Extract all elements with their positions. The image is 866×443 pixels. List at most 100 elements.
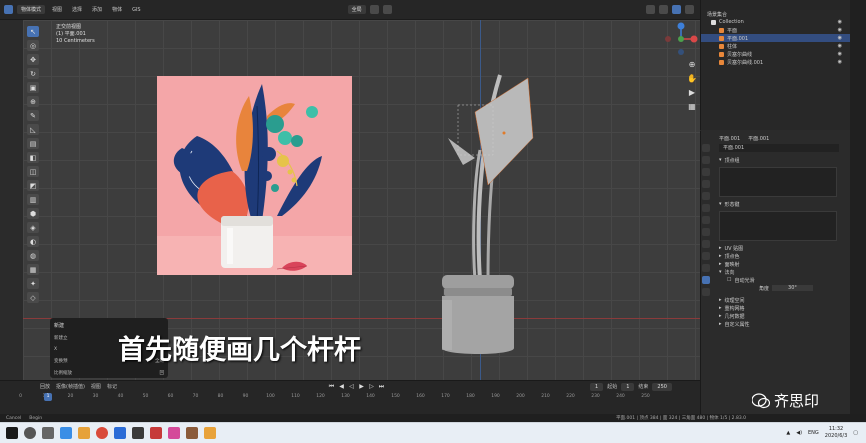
zoom-icon[interactable]: ⊕ <box>686 60 698 69</box>
object-name[interactable]: 平面.001 <box>719 134 740 142</box>
prev-key-icon[interactable]: ◀ <box>338 383 345 390</box>
pan-hand-icon[interactable]: ✋ <box>686 74 698 83</box>
section-custom-props[interactable]: ▸ 自定义属性 <box>719 320 850 328</box>
material-tab-icon[interactable] <box>702 288 710 296</box>
outliner-item[interactable]: 柱体 ◉ <box>701 42 850 50</box>
section-remesh[interactable]: ▸ 重构网格 <box>719 304 850 312</box>
extrude-tool-icon[interactable]: ◧ <box>27 152 39 163</box>
measure-tool-icon[interactable]: ◺ <box>27 124 39 135</box>
app-game-icon[interactable] <box>186 427 198 439</box>
app-explorer-icon[interactable] <box>78 427 90 439</box>
timeline-menu-marker[interactable]: 标记 <box>107 383 117 390</box>
mesh-datablock[interactable]: 平面.001 <box>719 144 839 152</box>
jump-start-icon[interactable]: ⏮ <box>328 383 335 390</box>
section-vertex-colors[interactable]: ▸ 顶点色 <box>719 252 850 260</box>
language-indicator[interactable]: ENG <box>808 430 819 436</box>
mesh-data-tab-icon[interactable] <box>702 276 710 284</box>
current-frame-field[interactable]: 1 <box>590 383 604 391</box>
menu-view[interactable]: 视图 <box>49 6 65 13</box>
visibility-eye-icon[interactable]: ◉ <box>838 51 842 57</box>
app-edge-icon[interactable] <box>60 427 72 439</box>
visibility-eye-icon[interactable]: ◉ <box>838 19 842 25</box>
spin-tool-icon[interactable]: ◐ <box>27 236 39 247</box>
angle-field[interactable]: 角度 30° <box>719 284 850 292</box>
section-geometry-data[interactable]: ▸ 几何数据 <box>719 312 850 320</box>
timeline-menu-view[interactable]: 视图 <box>91 383 101 390</box>
editor-type-icon[interactable] <box>4 5 13 14</box>
visibility-eye-icon[interactable]: ◉ <box>838 27 842 33</box>
overlay-icon[interactable] <box>645 5 655 14</box>
auto-smooth-checkbox[interactable]: ☐ 自动光滑 <box>719 276 850 284</box>
world-tab-icon[interactable] <box>702 204 710 212</box>
play-icon[interactable]: ▶ <box>358 383 365 390</box>
add-cube-tool-icon[interactable]: ▤ <box>27 138 39 149</box>
shape-keys-list[interactable] <box>719 211 837 241</box>
timeline-menu-playback[interactable]: 回放 <box>40 383 50 390</box>
jump-end-icon[interactable]: ⏭ <box>378 383 385 390</box>
navigation-gizmo[interactable] <box>664 22 698 56</box>
outliner-item[interactable]: 平面 ◉ <box>701 26 850 34</box>
modifier-tab-icon[interactable] <box>702 228 710 236</box>
menu-add[interactable]: 添加 <box>89 6 105 13</box>
rotate-tool-icon[interactable]: ↻ <box>27 68 39 79</box>
app-pdf-icon[interactable] <box>150 427 162 439</box>
section-vertex-groups[interactable]: ▾ 顶点组 <box>719 156 850 164</box>
end-frame-field[interactable]: 250 <box>652 383 672 391</box>
play-reverse-icon[interactable]: ◁ <box>348 383 355 390</box>
data-name[interactable]: 平面.001 <box>748 134 769 142</box>
scale-tool-icon[interactable]: ▣ <box>27 82 39 93</box>
volume-icon[interactable]: ◀) <box>796 430 802 436</box>
visibility-eye-icon[interactable]: ◉ <box>838 35 842 41</box>
grid-icon[interactable]: ▦ <box>686 102 698 111</box>
solid-shading-icon[interactable] <box>671 5 681 14</box>
outliner-item[interactable]: Collection ◉ <box>701 18 850 26</box>
vertex-groups-list[interactable] <box>719 167 837 197</box>
menu-select[interactable]: 选择 <box>69 6 85 13</box>
inset-tool-icon[interactable]: ◫ <box>27 166 39 177</box>
menu-object[interactable]: 物体 <box>109 6 125 13</box>
cursor-tool-icon[interactable]: ◎ <box>27 40 39 51</box>
view-layer-tab-icon[interactable] <box>702 180 710 188</box>
knife-tool-icon[interactable]: ⬢ <box>27 208 39 219</box>
select-tool-icon[interactable]: ↖ <box>27 26 39 37</box>
search-icon[interactable] <box>24 427 36 439</box>
menu-gis[interactable]: GIS <box>129 7 144 13</box>
move-tool-icon[interactable]: ✥ <box>27 54 39 65</box>
section-uv-maps[interactable]: ▸ UV 贴图 <box>719 244 850 252</box>
polybuild-tool-icon[interactable]: ◈ <box>27 222 39 233</box>
visibility-eye-icon[interactable]: ◉ <box>838 43 842 49</box>
3d-pot-model[interactable] <box>380 60 580 370</box>
particles-tab-icon[interactable] <box>702 240 710 248</box>
task-view-icon[interactable] <box>42 427 54 439</box>
bevel-tool-icon[interactable]: ◩ <box>27 180 39 191</box>
render-tab-icon[interactable] <box>702 156 710 164</box>
section-texture-space[interactable]: ▸ 纹理空间 <box>719 296 850 304</box>
constraints-tab-icon[interactable] <box>702 264 710 272</box>
transform-orientation[interactable]: 全局 <box>347 5 366 14</box>
loopcut-tool-icon[interactable]: ▥ <box>27 194 39 205</box>
shear-tool-icon[interactable]: ◇ <box>27 292 39 303</box>
timeline-menu-keying[interactable]: 抠像(帧插值) <box>56 383 85 390</box>
app-media-icon[interactable] <box>132 427 144 439</box>
xray-icon[interactable] <box>658 5 668 14</box>
tool-tab-icon[interactable] <box>702 144 710 152</box>
outliner-item[interactable]: 贝塞尔曲线.001 ◉ <box>701 58 850 66</box>
outliner-item[interactable]: 平面.001 ◉ <box>701 34 850 42</box>
shrink-tool-icon[interactable]: ✦ <box>27 278 39 289</box>
frame-ruler[interactable]: 0102030405060708090100110120130140150160… <box>8 394 698 404</box>
object-tab-icon[interactable] <box>702 216 710 224</box>
mode-selector[interactable]: 物体模式 <box>17 5 46 14</box>
outliner-item[interactable]: 贝塞尔曲线 ◉ <box>701 50 850 58</box>
snap-icon[interactable] <box>369 5 379 14</box>
scene-tab-icon[interactable] <box>702 192 710 200</box>
app-photos-icon[interactable] <box>168 427 180 439</box>
section-shape-keys[interactable]: ▾ 形态键 <box>719 200 850 208</box>
transform-tool-icon[interactable]: ⊕ <box>27 96 39 107</box>
annotate-tool-icon[interactable]: ✎ <box>27 110 39 121</box>
network-icon[interactable]: ▲ <box>786 430 790 436</box>
start-frame-field[interactable]: 1 <box>621 383 635 391</box>
edge-slide-tool-icon[interactable]: ▦ <box>27 264 39 275</box>
notification-icon[interactable]: ▢ <box>853 430 858 436</box>
clock[interactable]: 11:32 2020/6/3 <box>825 426 847 440</box>
start-icon[interactable] <box>6 427 18 439</box>
